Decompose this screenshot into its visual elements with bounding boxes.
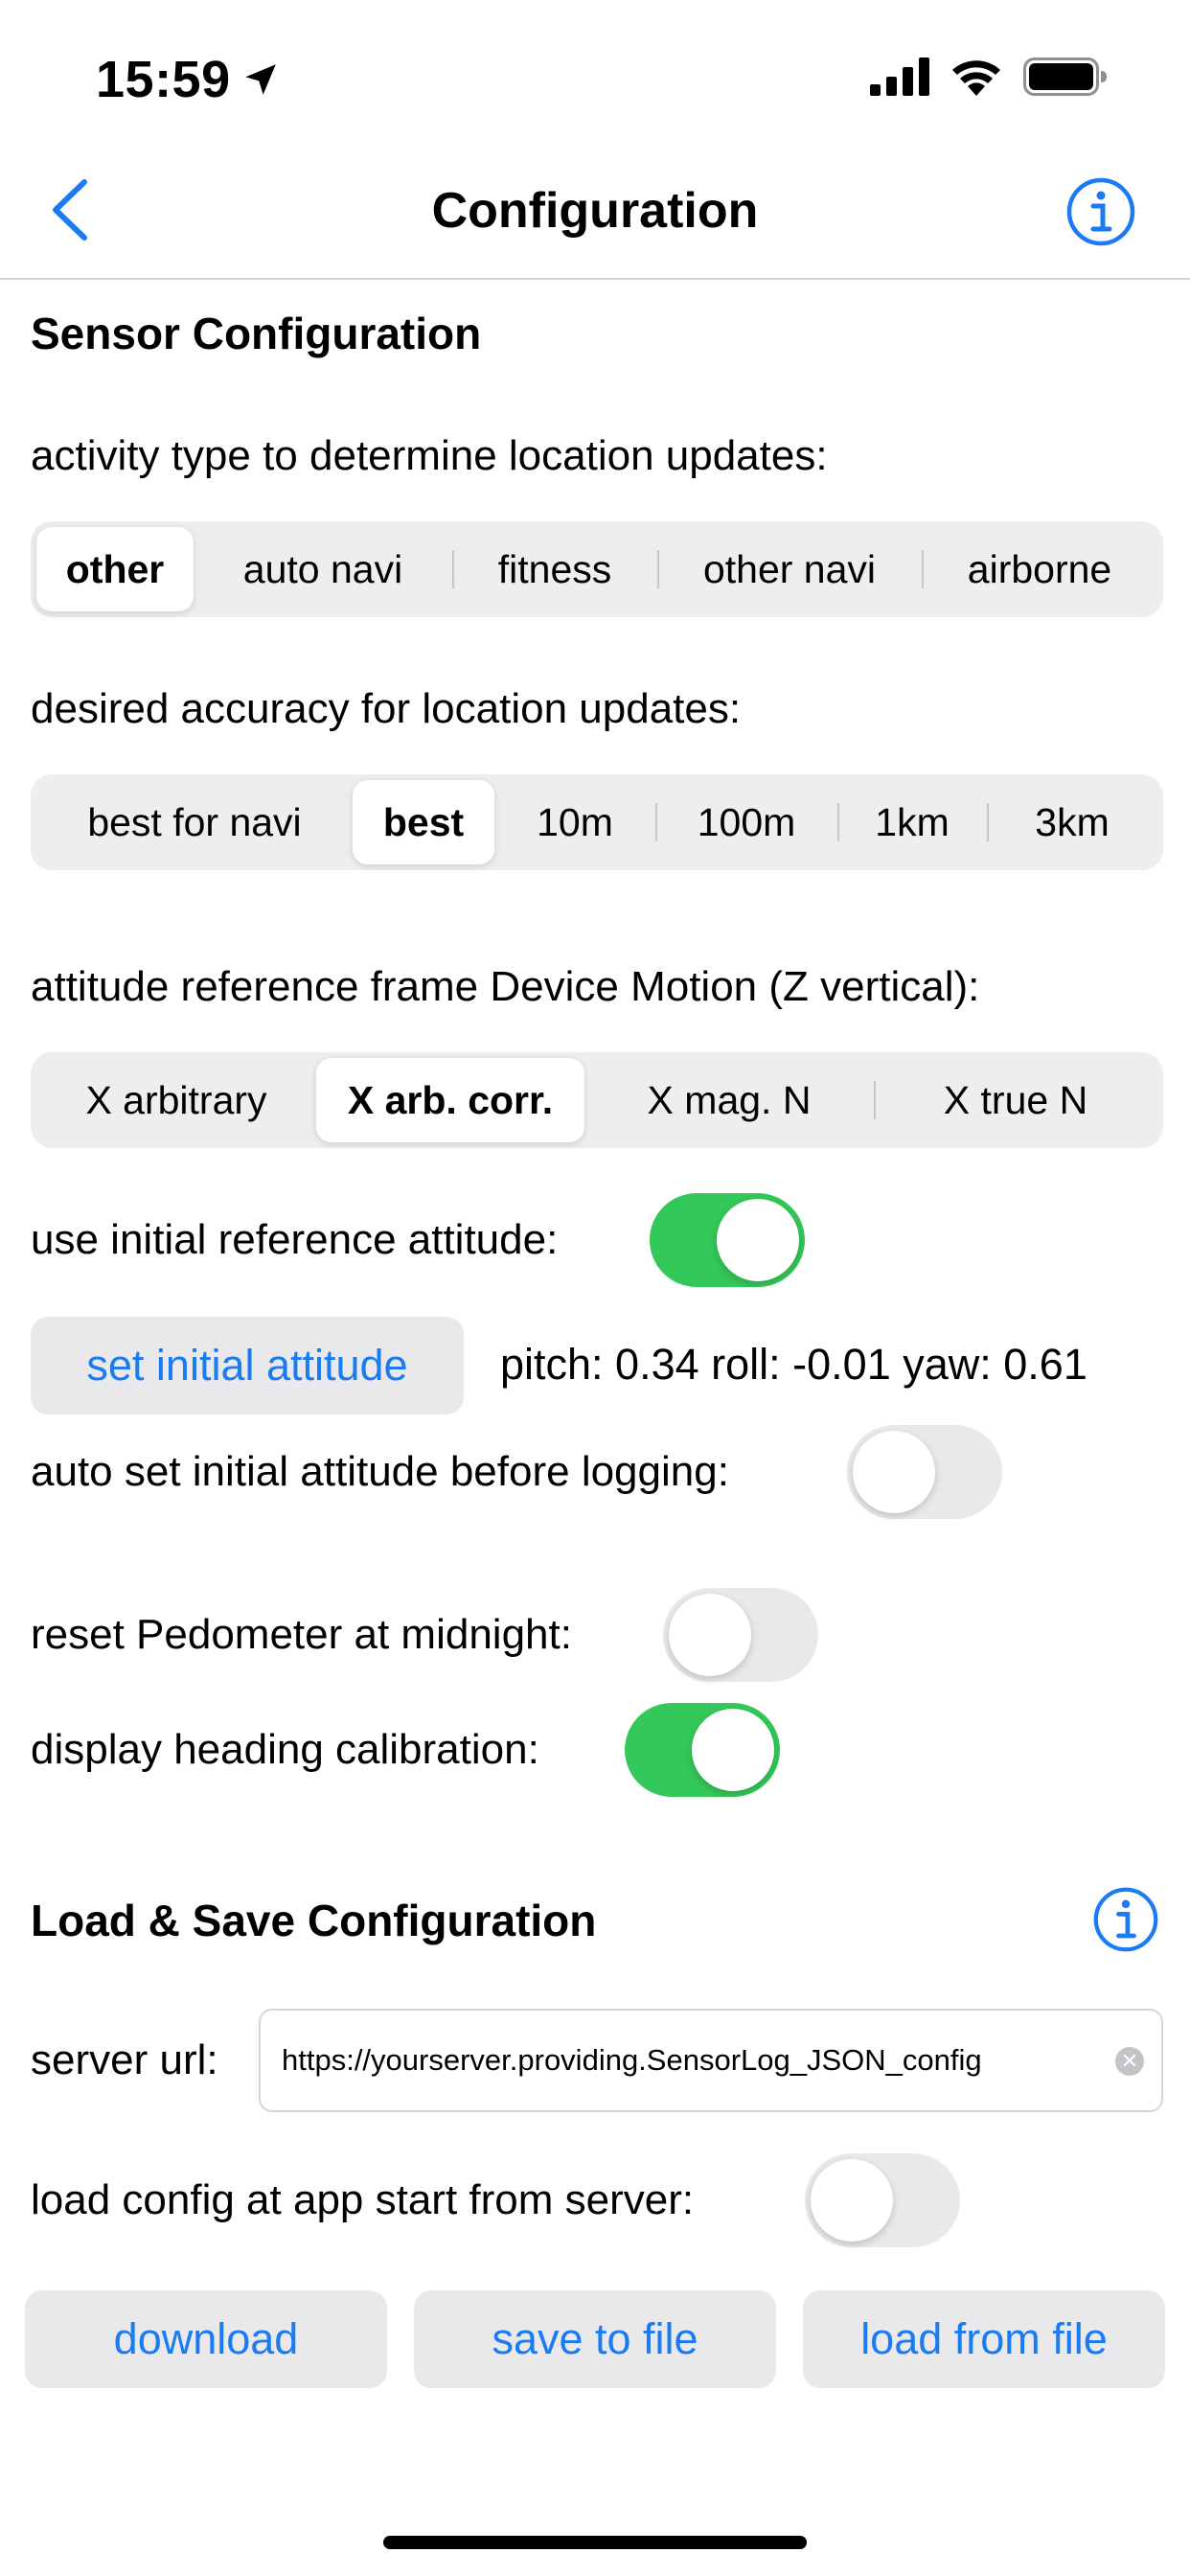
segment-accuracy-3km[interactable]: 3km [987,780,1157,864]
segment-accuracy-10m[interactable]: 10m [494,780,655,864]
segment-accuracy-1km[interactable]: 1km [837,780,987,864]
activity-type-label: activity type to determine location upda… [31,432,828,479]
segment-activity-auto-navi[interactable]: auto navi [194,527,452,611]
use-initial-reference-toggle[interactable] [650,1193,805,1287]
info-button[interactable] [1065,176,1136,247]
toggle-knob [717,1199,799,1281]
server-url-field: ✕ [259,2009,1163,2112]
auto-set-initial-label: auto set initial attitude before logging… [31,1448,729,1495]
section-title-load-save: Load & Save Configuration [31,1896,597,1945]
heading-calibration-toggle[interactable] [625,1703,780,1797]
page-title: Configuration [431,183,759,239]
segment-attitude-x-true-n[interactable]: X true N [874,1058,1157,1142]
status-time: 15:59 [96,46,281,113]
clear-icon[interactable]: ✕ [1115,2047,1144,2076]
segment-activity-other-navi[interactable]: other navi [657,527,922,611]
location-arrow-icon [244,64,276,95]
section-title-sensor: Sensor Configuration [31,309,482,358]
load-at-start-label: load config at app start from server: [31,2176,695,2223]
toggle-knob [853,1431,935,1513]
heading-calibration-label: display heading calibration: [31,1726,539,1773]
segment-accuracy-best[interactable]: best [353,780,494,864]
accuracy-segmented-control: best for navi best 10m 100m 1km 3km [31,774,1163,870]
toggle-knob [692,1709,774,1791]
activity-type-segmented-control: other auto navi fitness other navi airbo… [31,521,1163,617]
download-button[interactable]: download [25,2290,387,2388]
toggle-knob [811,2159,893,2242]
save-to-file-button[interactable]: save to file [414,2290,776,2388]
use-initial-reference-label: use initial reference attitude: [31,1216,559,1263]
set-initial-attitude-button[interactable]: set initial attitude [31,1317,464,1414]
load-at-start-toggle[interactable] [805,2153,960,2247]
server-url-label: server url: [31,2036,218,2083]
status-icons [870,58,1108,96]
segment-accuracy-100m[interactable]: 100m [655,780,837,864]
segment-attitude-x-arb-corr[interactable]: X arb. corr. [316,1058,584,1142]
server-url-input[interactable] [282,2043,1106,2078]
auto-set-initial-toggle[interactable] [847,1425,1002,1519]
attitude-frame-segmented-control: X arbitrary X arb. corr. X mag. N X true… [31,1052,1163,1148]
toggle-knob [669,1594,751,1676]
home-indicator[interactable] [383,2536,807,2549]
load-save-info-button[interactable] [1092,1886,1159,1953]
reset-pedometer-label: reset Pedometer at midnight: [31,1611,572,1658]
battery-icon [1023,58,1107,96]
accuracy-label: desired accuracy for location updates: [31,685,742,732]
segment-accuracy-best-for-navi[interactable]: best for navi [36,780,353,864]
reset-pedometer-toggle[interactable] [663,1588,818,1682]
status-time-text: 15:59 [96,51,231,108]
segment-attitude-x-mag-n[interactable]: X mag. N [584,1058,874,1142]
info-circle-icon [1066,177,1135,246]
cellular-signal-icon [870,58,929,96]
segment-activity-other[interactable]: other [36,527,194,611]
segment-activity-fitness[interactable]: fitness [452,527,657,611]
info-circle-icon [1093,1887,1158,1952]
wifi-icon [952,60,1000,96]
attitude-readout: pitch: 0.34 roll: -0.01 yaw: 0.61 [500,1340,1087,1389]
attitude-frame-label: attitude reference frame Device Motion (… [31,963,980,1010]
segment-attitude-x-arbitrary[interactable]: X arbitrary [36,1058,316,1142]
segment-activity-airborne[interactable]: airborne [922,527,1157,611]
nav-divider [0,278,1190,280]
load-from-file-button[interactable]: load from file [803,2290,1165,2388]
